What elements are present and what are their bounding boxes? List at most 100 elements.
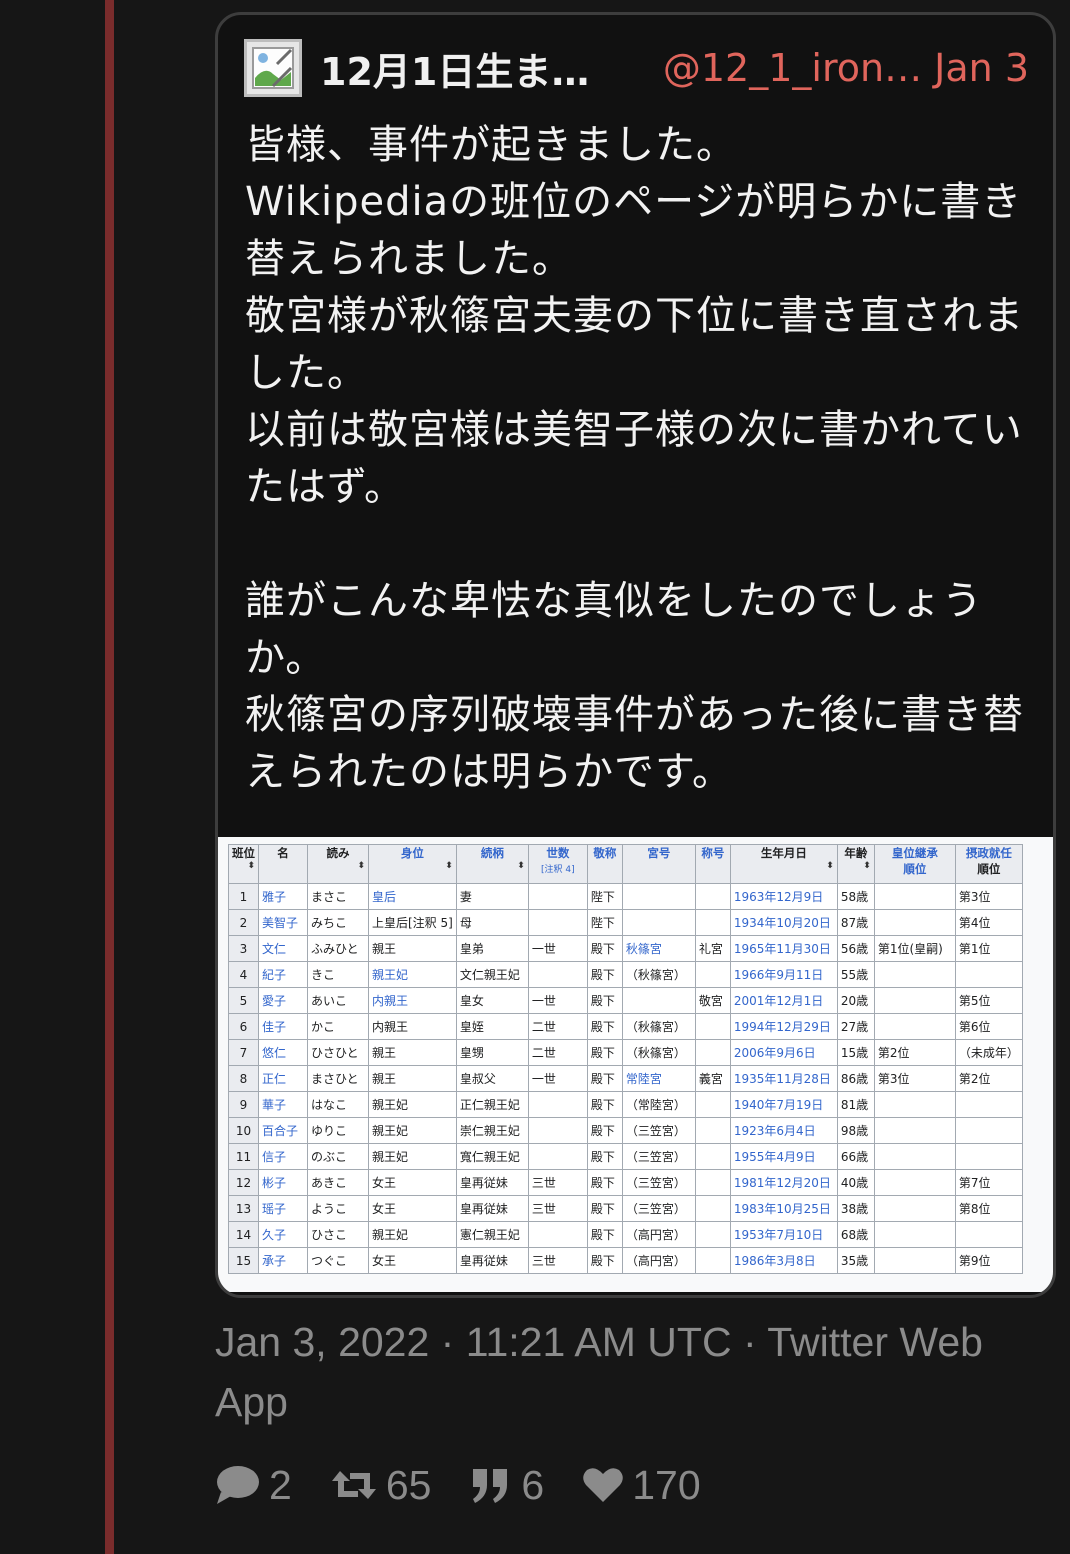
table-cell[interactable]: （秋篠宮） bbox=[621, 1013, 696, 1040]
table-cell[interactable] bbox=[621, 909, 696, 936]
table-cell[interactable]: 1934年10月20日 bbox=[729, 909, 838, 936]
table-cell[interactable]: 1935年11月28日 bbox=[729, 1065, 838, 1092]
table-cell[interactable]: 2001年12月1日 bbox=[729, 987, 838, 1014]
col-header-house[interactable]: 宮号 bbox=[621, 844, 696, 884]
table-cell[interactable]: 華子 bbox=[258, 1091, 308, 1118]
col-header-succession[interactable]: 皇位継承 順位 bbox=[873, 844, 956, 884]
table-cell: 礼宮 bbox=[694, 935, 731, 962]
broken-image-icon[interactable] bbox=[244, 39, 302, 97]
table-cell bbox=[954, 1221, 1023, 1248]
table-cell[interactable]: 1986年3月8日 bbox=[729, 1247, 838, 1274]
table-cell: 殿下 bbox=[586, 1065, 623, 1092]
table-cell[interactable] bbox=[621, 987, 696, 1014]
table-cell[interactable]: 承子 bbox=[258, 1247, 308, 1274]
table-cell[interactable]: 信子 bbox=[258, 1143, 308, 1170]
table-cell[interactable]: 1965年11月30日 bbox=[729, 935, 838, 962]
table-cell[interactable]: 雅子 bbox=[258, 883, 308, 910]
table-cell bbox=[694, 1247, 731, 1274]
table-cell[interactable]: 親王 bbox=[368, 1039, 457, 1066]
table-cell[interactable]: 瑶子 bbox=[258, 1195, 308, 1222]
table-cell[interactable]: 常陸宮 bbox=[621, 1065, 696, 1092]
table-cell: ふみひと bbox=[307, 935, 369, 962]
col-header-reading[interactable]: 読み ⬍ bbox=[307, 844, 369, 884]
table-cell[interactable]: 女王 bbox=[368, 1247, 457, 1274]
table-cell[interactable]: 正仁 bbox=[258, 1065, 308, 1092]
quote-stat[interactable]: 6 bbox=[469, 1462, 544, 1509]
table-cell[interactable]: 皇后 bbox=[368, 883, 457, 910]
table-cell[interactable]: 親王 bbox=[368, 935, 457, 962]
table-cell[interactable]: 1983年10月25日 bbox=[729, 1195, 838, 1222]
table-cell[interactable]: （高円宮） bbox=[621, 1221, 696, 1248]
table-cell[interactable]: 1923年6月4日 bbox=[729, 1117, 838, 1144]
table-cell[interactable]: （三笠宮） bbox=[621, 1169, 696, 1196]
table-cell: ようこ bbox=[307, 1195, 369, 1222]
table-cell: ひさひと bbox=[307, 1039, 369, 1066]
quoted-author-handle[interactable]: @12_1_iron… Jan 3 bbox=[663, 46, 1029, 90]
like-stat[interactable]: 170 bbox=[582, 1462, 701, 1509]
table-cell[interactable]: 1981年12月20日 bbox=[729, 1169, 838, 1196]
table-cell bbox=[694, 1013, 731, 1040]
col-header-rank[interactable]: 班位 ⬍ bbox=[228, 844, 259, 884]
tweet-timestamp[interactable]: Jan 3, 2022 · 11:21 AM UTC · Twitter Web… bbox=[215, 1312, 1015, 1432]
table-cell[interactable]: 2006年9月6日 bbox=[729, 1039, 838, 1066]
table-cell[interactable]: 1963年12月9日 bbox=[729, 883, 838, 910]
table-cell[interactable]: （三笠宮） bbox=[621, 1195, 696, 1222]
table-cell: 第3位 bbox=[873, 1065, 956, 1092]
table-cell[interactable]: 1953年7月10日 bbox=[729, 1221, 838, 1248]
table-cell: あいこ bbox=[307, 987, 369, 1014]
table-cell[interactable]: （秋篠宮） bbox=[621, 1039, 696, 1066]
table-cell[interactable]: （三笠宮） bbox=[621, 1143, 696, 1170]
attached-image[interactable]: 班位 ⬍ 名 読み ⬍ 身位 ⬍ 続柄 ⬍ 世数 [注釈 4] 敬称 宮号 称号 生年月日… bbox=[218, 837, 1053, 1292]
quoted-tweet-card[interactable]: 12月1日生ま… @12_1_iron… Jan 3 皆様、事件が起きました。 … bbox=[215, 12, 1056, 1298]
table-cell[interactable]: 愛子 bbox=[258, 987, 308, 1014]
col-header-regency[interactable]: 摂政就任 順位 bbox=[954, 844, 1023, 884]
table-cell[interactable]: 上皇后[注釈 5] bbox=[368, 909, 457, 936]
rank-cell: 2 bbox=[228, 909, 259, 936]
table-cell[interactable]: 1994年12月29日 bbox=[729, 1013, 838, 1040]
col-header-age[interactable]: 年齢 ⬍ bbox=[836, 844, 875, 884]
table-cell[interactable]: 紀子 bbox=[258, 961, 308, 988]
reply-stat[interactable]: 2 bbox=[215, 1462, 292, 1509]
table-cell[interactable]: 憲仁親王妃 bbox=[455, 1221, 529, 1248]
table-cell[interactable]: 女王 bbox=[368, 1169, 457, 1196]
table-cell[interactable]: 美智子 bbox=[258, 909, 308, 936]
table-cell: 正仁親王妃 bbox=[455, 1091, 529, 1118]
table-cell[interactable]: 親王妃 bbox=[368, 961, 457, 988]
retweet-stat[interactable]: 65 bbox=[330, 1462, 431, 1509]
table-cell: 27歳 bbox=[836, 1013, 875, 1040]
table-cell[interactable]: 内親王 bbox=[368, 987, 457, 1014]
col-header-status[interactable]: 身位 ⬍ bbox=[368, 844, 457, 884]
table-cell[interactable]: 親王妃 bbox=[368, 1117, 457, 1144]
table-cell bbox=[694, 961, 731, 988]
table-cell[interactable]: 内親王 bbox=[368, 1013, 457, 1040]
table-cell[interactable]: （高円宮） bbox=[621, 1247, 696, 1274]
table-cell[interactable]: 1966年9月11日 bbox=[729, 961, 838, 988]
table-cell[interactable] bbox=[621, 883, 696, 910]
table-cell[interactable]: 1955年4月9日 bbox=[729, 1143, 838, 1170]
table-cell[interactable]: （三笠宮） bbox=[621, 1117, 696, 1144]
table-cell[interactable]: 寬仁親王妃 bbox=[455, 1143, 529, 1170]
table-cell[interactable]: 1940年7月19日 bbox=[729, 1091, 838, 1118]
table-cell[interactable]: 百合子 bbox=[258, 1117, 308, 1144]
table-cell[interactable]: （秋篠宮） bbox=[621, 961, 696, 988]
table-cell[interactable]: 女王 bbox=[368, 1195, 457, 1222]
table-cell[interactable]: （常陸宮） bbox=[621, 1091, 696, 1118]
table-cell[interactable]: 秋篠宮 bbox=[621, 935, 696, 962]
table-cell[interactable]: 久子 bbox=[258, 1221, 308, 1248]
table-cell[interactable]: 親王 bbox=[368, 1065, 457, 1092]
table-cell[interactable]: 悠仁 bbox=[258, 1039, 308, 1066]
col-header-relation[interactable]: 続柄 ⬍ bbox=[455, 844, 529, 884]
col-header-name[interactable]: 名 bbox=[258, 844, 308, 884]
col-header-title[interactable]: 称号 bbox=[694, 844, 731, 884]
col-header-birthdate[interactable]: 生年月日 ⬍ bbox=[729, 844, 838, 884]
table-cell[interactable]: 親王妃 bbox=[368, 1091, 457, 1118]
table-cell[interactable]: 親王妃 bbox=[368, 1221, 457, 1248]
col-header-generation[interactable]: 世数 [注釈 4] bbox=[527, 844, 588, 884]
table-cell[interactable]: 彬子 bbox=[258, 1169, 308, 1196]
table-cell[interactable]: 親王妃 bbox=[368, 1143, 457, 1170]
table-cell[interactable]: 佳子 bbox=[258, 1013, 308, 1040]
table-cell[interactable]: 崇仁親王妃 bbox=[455, 1117, 529, 1144]
table-cell[interactable]: 文仁 bbox=[258, 935, 308, 962]
quoted-author-name[interactable]: 12月1日生ま… bbox=[320, 41, 589, 96]
col-header-honorific[interactable]: 敬称 bbox=[586, 844, 623, 884]
